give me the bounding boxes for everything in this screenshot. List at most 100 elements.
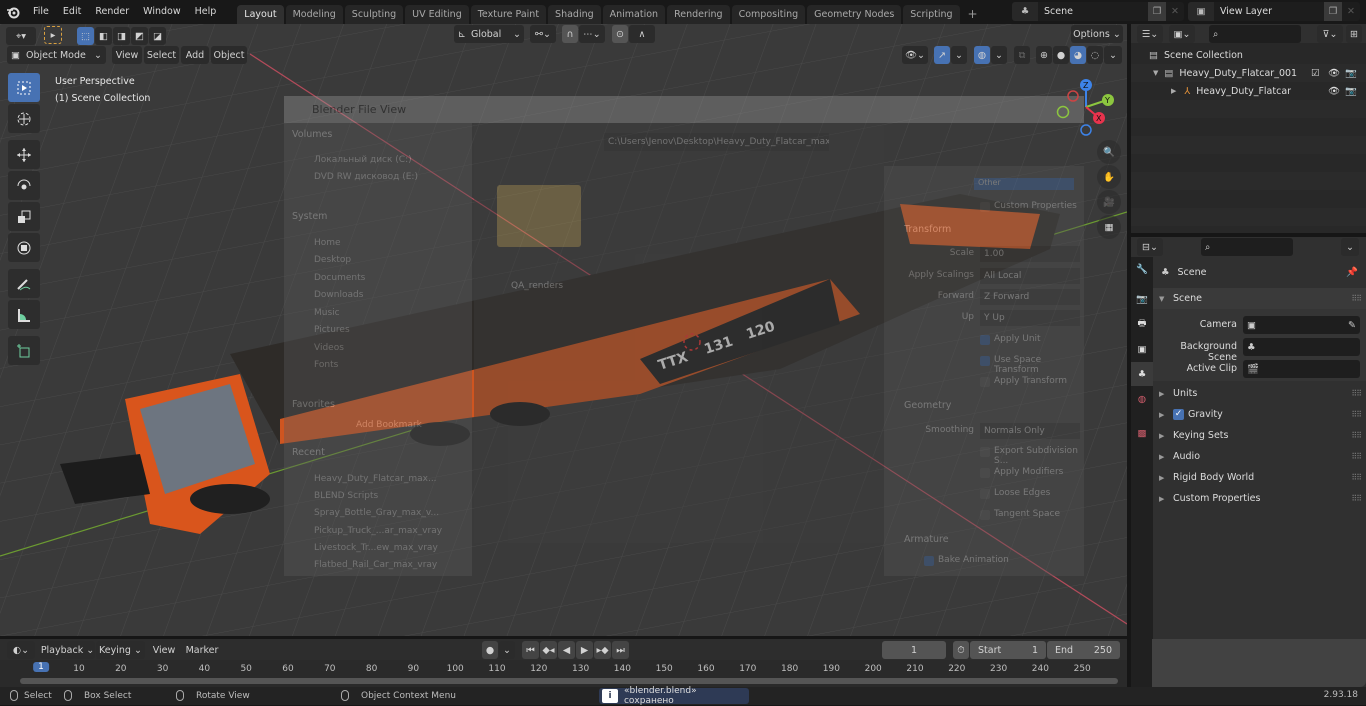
navigation-gizmo[interactable]: Z Y X <box>1050 74 1125 149</box>
folder-name[interactable]: QA_renders <box>511 281 563 291</box>
forward-dropdown[interactable]: Z Forward <box>980 289 1080 305</box>
panel-rigid-body-world[interactable]: ▶ Rigid Body World ⠿⠿ <box>1153 467 1366 488</box>
drag-handle-icon[interactable]: ⠿⠿ <box>1351 431 1362 440</box>
object-name[interactable]: Heavy_Duty_Flatcar <box>1196 86 1291 97</box>
use-space-transform-checkbox[interactable]: Use Space Transform <box>980 355 1084 375</box>
recent-item[interactable]: Flatbed_Rail_Car_max_vray <box>314 560 437 570</box>
select-box-tool-icon[interactable] <box>8 73 40 102</box>
view-layer-selector[interactable]: ▣ View Layer ❐ ✕ <box>1188 2 1360 21</box>
use-preview-range-icon[interactable]: ⏱ <box>953 641 969 659</box>
tool-select-icon[interactable]: ▸ <box>44 26 62 44</box>
playback-dropdown[interactable]: Playback ⌄ <box>40 641 95 659</box>
add-cube-tool-icon[interactable] <box>8 336 40 365</box>
scene-name[interactable]: Scene <box>1038 6 1148 17</box>
panel-keying-sets[interactable]: ▶ Keying Sets ⠿⠿ <box>1153 425 1366 446</box>
gravity-checkbox[interactable]: ✓ <box>1173 409 1184 420</box>
display-mode-dropdown[interactable]: ▣⌄ <box>1169 25 1195 43</box>
frame-end-field[interactable]: End 250 <box>1047 641 1120 659</box>
select-mode-intersect-icon[interactable]: ◪ <box>149 27 166 45</box>
scale-tool-icon[interactable] <box>8 202 40 231</box>
outliner-row-scene-collection[interactable]: ▤ Scene Collection <box>1131 46 1366 64</box>
background-scene-field[interactable]: ♣ <box>1243 338 1360 356</box>
menu-render[interactable]: Render <box>88 0 136 24</box>
properties-search-input[interactable]: ⌕ <box>1201 238 1293 256</box>
menu-edit[interactable]: Edit <box>56 0 88 24</box>
view-layer-tab-icon[interactable]: ▣ <box>1131 337 1153 361</box>
auto-keying-icon[interactable]: ● <box>482 641 498 659</box>
system-item[interactable]: Music <box>314 308 340 318</box>
bake-animation-checkbox[interactable]: Bake Animation <box>924 555 1009 566</box>
delete-scene-icon[interactable]: ✕ <box>1166 2 1184 21</box>
tangent-space-checkbox[interactable]: Tangent Space <box>980 509 1060 520</box>
timeline-menu-marker[interactable]: Marker <box>184 641 220 659</box>
select-mode-extend-icon[interactable]: ◧ <box>95 27 112 45</box>
collection-name[interactable]: Heavy_Duty_Flatcar_001 <box>1179 68 1297 79</box>
system-item[interactable]: Desktop <box>314 255 351 265</box>
next-keyframe-icon[interactable]: ▸◆ <box>594 641 611 659</box>
drag-handle-icon[interactable]: ⠿⠿ <box>1351 410 1362 419</box>
camera-field[interactable]: ▣ ✎ <box>1243 316 1360 334</box>
export-subdivision-checkbox[interactable]: Export Subdivision S... <box>980 446 1084 466</box>
visibility-eye-icon[interactable]: 👁 <box>1328 68 1340 79</box>
proportional-falloff-dropdown[interactable]: ∧ <box>629 25 655 43</box>
view-layer-name[interactable]: View Layer <box>1214 6 1324 17</box>
jump-to-end-icon[interactable]: ⏭ <box>612 641 629 659</box>
system-item[interactable]: Fonts <box>314 360 338 370</box>
panel-custom-properties[interactable]: ▶ Custom Properties ⠿⠿ <box>1153 488 1366 509</box>
apply-transform-checkbox[interactable]: Apply Transform <box>980 376 1067 387</box>
tab-sculpting[interactable]: Sculpting <box>344 5 404 24</box>
shading-material-icon[interactable]: ◕ <box>1070 46 1086 64</box>
active-clip-field[interactable]: 🎬 <box>1243 360 1360 378</box>
overlays-toggle-icon[interactable]: ◍ <box>974 46 990 64</box>
annotate-tool-icon[interactable] <box>8 269 40 298</box>
rotate-tool-icon[interactable] <box>8 171 40 200</box>
delete-view-layer-icon[interactable]: ✕ <box>1342 2 1360 21</box>
menu-file[interactable]: File <box>26 0 56 24</box>
timeline-ruler[interactable]: 1 10 20 30 40 50 60 70 80 90 100 110 120 130 140 150 160… <box>0 660 1127 678</box>
transform-tool-icon[interactable] <box>8 233 40 262</box>
cursor-tool-icon[interactable] <box>8 104 40 133</box>
recent-item[interactable]: Spray_Bottle_Gray_max_v... <box>314 508 439 518</box>
visibility-eye-icon[interactable]: 👁 <box>1328 86 1340 97</box>
camera-view-icon[interactable]: 🎥 <box>1097 190 1121 214</box>
apply-scalings-dropdown[interactable]: All Local <box>980 268 1080 284</box>
pivot-point-dropdown[interactable]: ⚯⌄ <box>530 25 556 43</box>
render-camera-icon[interactable]: 📷 <box>1345 86 1357 97</box>
select-mode-invert-icon[interactable]: ◩ <box>131 27 148 45</box>
tab-modeling[interactable]: Modeling <box>285 5 343 24</box>
pin-icon[interactable]: 📌 <box>1346 267 1358 278</box>
status-report[interactable]: i «blender.blend» сохранено <box>599 686 749 706</box>
recent-item[interactable]: Heavy_Duty_Flatcar_max... <box>314 474 437 484</box>
timeline-editor-type[interactable]: ◐⌄ <box>7 641 35 659</box>
world-tab-icon[interactable]: ◍ <box>1131 387 1153 411</box>
current-frame-field[interactable]: 1 <box>882 641 946 659</box>
auto-keying-dropdown[interactable]: ⌄ <box>499 641 515 659</box>
panel-gravity[interactable]: ▶ ✓ Gravity ⠿⠿ <box>1153 404 1366 425</box>
drag-handle-icon[interactable]: ⠿⠿ <box>1351 473 1362 482</box>
loose-edges-checkbox[interactable]: Loose Edges <box>980 488 1050 499</box>
snap-target-dropdown[interactable]: ⋯⌄ <box>579 25 605 43</box>
tab-rendering[interactable]: Rendering <box>667 5 730 24</box>
drag-handle-icon[interactable]: ⠿⠿ <box>1351 494 1362 503</box>
orientation-dropdown[interactable]: ⊾ Global ⌄ <box>454 25 524 43</box>
owner-field[interactable]: Other <box>974 178 1074 190</box>
apply-modifiers-checkbox[interactable]: Apply Modifiers <box>980 467 1063 478</box>
properties-options-dropdown[interactable]: ⌄ <box>1341 238 1359 256</box>
move-tool-icon[interactable] <box>8 140 40 169</box>
expand-arrow-icon[interactable]: ▼ <box>1153 69 1158 77</box>
tab-layout[interactable]: Layout <box>237 5 284 24</box>
menu-select[interactable]: Select <box>144 46 179 64</box>
prev-keyframe-icon[interactable]: ◆◂ <box>540 641 557 659</box>
new-view-layer-icon[interactable]: ❐ <box>1324 2 1342 21</box>
recent-item[interactable]: Pickup_Truck_...ar_max_vray <box>314 526 442 536</box>
add-bookmark-button[interactable]: Add Bookmark <box>356 420 422 430</box>
expand-arrow-icon[interactable]: ▶ <box>1171 87 1176 95</box>
folder-icon[interactable] <box>497 185 581 247</box>
play-icon[interactable]: ▶ <box>576 641 593 659</box>
output-tab-icon[interactable]: 🖶 <box>1131 312 1153 336</box>
system-item[interactable]: Home <box>314 238 341 248</box>
pan-view-icon[interactable]: ✋ <box>1097 165 1121 189</box>
select-mode-subtract-icon[interactable]: ◨ <box>113 27 130 45</box>
ortho-toggle-icon[interactable]: ▦ <box>1097 215 1121 239</box>
jump-to-start-icon[interactable]: ⏮ <box>522 641 539 659</box>
